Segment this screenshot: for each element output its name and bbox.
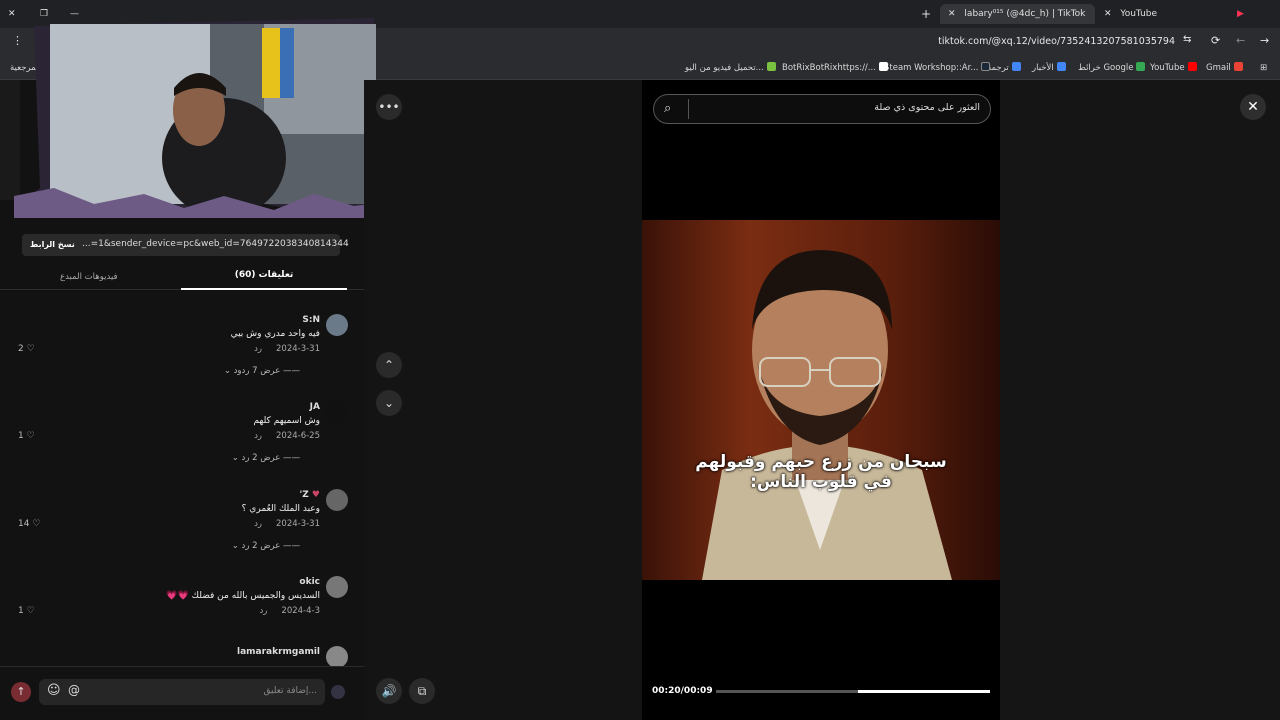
- reply-button[interactable]: رد: [254, 344, 262, 354]
- comment-meta: 2024-6-25 رد: [240, 431, 320, 441]
- like-count[interactable]: 2 ♡: [18, 344, 35, 354]
- tab-comments[interactable]: تعليقات (60): [181, 270, 347, 290]
- comment-input-box[interactable]: ☺ @ إضافة تعليق...: [39, 679, 325, 705]
- share-link-row: نسخ الرابط ...=1&sender_device=pc&web_id…: [22, 234, 349, 256]
- avatar[interactable]: [326, 646, 348, 668]
- like-count[interactable]: 1 ♡: [18, 606, 35, 616]
- view-replies-button[interactable]: —— عرض 2 رد ⌄: [232, 541, 300, 551]
- video-still-image: [642, 220, 1000, 580]
- comment-meta: 2024-4-3 رد: [246, 606, 320, 616]
- right-backdrop: ✕: [1000, 80, 1280, 720]
- avatar[interactable]: [326, 314, 348, 336]
- comment-date: 2024-3-31: [276, 519, 320, 529]
- heart-icon: ♥: [311, 490, 320, 500]
- comment-composer: ↑ ☺ @ إضافة تعليق...: [0, 666, 364, 720]
- tab-youtube[interactable]: ✕ YouTube: [1104, 4, 1194, 24]
- copy-link-button[interactable]: نسخ الرابط: [30, 240, 75, 249]
- close-video-button[interactable]: ✕: [1240, 94, 1266, 120]
- reload-icon[interactable]: ⟳: [1211, 34, 1220, 47]
- comment-username[interactable]: okic: [299, 577, 320, 587]
- new-tab-button[interactable]: +: [921, 4, 931, 24]
- close-tab-icon[interactable]: ✕: [948, 9, 956, 19]
- previous-video-chevron-up-icon[interactable]: ⌃: [376, 352, 402, 378]
- view-replies-button[interactable]: —— عرض 7 ردود ⌄: [224, 366, 300, 376]
- reply-button[interactable]: رد: [254, 519, 262, 529]
- comment-username[interactable]: ♥ Z': [299, 490, 320, 500]
- bookmark-steam-workshop[interactable]: Steam Workshop::Ar...: [884, 61, 991, 75]
- tab-youtube-label: YouTube: [1120, 9, 1158, 19]
- comment-text: السديس والجميس بالله من فضلك 💗💗: [166, 591, 320, 601]
- bookmark-youtube-downloader[interactable]: تحميل فيديو من اليو...: [685, 61, 776, 75]
- like-count[interactable]: 14 ♡: [18, 519, 40, 529]
- url-field[interactable]: tiktok.com/@xq.12/video/7352413207581035…: [900, 36, 1175, 47]
- avatar[interactable]: [326, 401, 348, 423]
- comment-text: وعبد الملك العُمري ؟: [241, 504, 320, 514]
- bookmark-youtube[interactable]: YouTube: [1150, 61, 1197, 75]
- comment-username[interactable]: JA: [310, 402, 320, 412]
- comment-placeholder: إضافة تعليق...: [263, 686, 317, 696]
- video-time: 00:20/00:09: [652, 686, 713, 696]
- youtube-favicon-icon: ▶: [1237, 9, 1244, 19]
- webcam-overlay: [14, 18, 402, 218]
- bookmark-maps[interactable]: خرائط Google: [1078, 61, 1146, 75]
- avatar: [331, 685, 345, 699]
- share-link-text: ...=1&sender_device=pc&web_id=7649722038…: [82, 239, 349, 249]
- bookmark-gmail[interactable]: Gmail: [1206, 61, 1243, 75]
- volume-icon[interactable]: 🔊: [376, 678, 402, 704]
- video-caption: سبحان من زرع حبهم وقبولهم في قلوب الناس:: [642, 452, 1000, 492]
- caption-line: في قلوب الناس:: [750, 472, 892, 492]
- view-replies-button[interactable]: —— عرض 2 رد ⌄: [232, 453, 300, 463]
- bookmark-news[interactable]: الأخبار: [1032, 61, 1066, 75]
- avatar[interactable]: [326, 489, 348, 511]
- progress-track[interactable]: [716, 690, 990, 693]
- comment-username[interactable]: S:N: [302, 315, 320, 325]
- tab-tiktok-label: labary⁰¹⁵ (@4dc_h) | TikTok: [964, 9, 1086, 19]
- apps-grid-icon[interactable]: ⊞: [1260, 61, 1267, 75]
- player-side-controls: ••• ⌃ ⌄ 🔊 ⧉: [364, 80, 642, 720]
- comment-date: 2024-4-3: [281, 606, 320, 616]
- comment-item: okic السديس والجميس بالله من فضلك 💗💗 202…: [18, 576, 348, 636]
- comment-username[interactable]: lamarakrmgamil: [237, 647, 320, 657]
- comment-tabs: فيديوهات المبدع تعليقات (60): [0, 266, 364, 290]
- picture-in-picture-icon[interactable]: ⧉: [409, 678, 435, 704]
- progress-fill: [858, 690, 990, 693]
- tab-tiktok[interactable]: ✕ labary⁰¹⁵ (@4dc_h) | TikTok: [940, 4, 1095, 24]
- comment-date: 2024-6-25: [276, 431, 320, 441]
- comment-item: JA وش اسميهم كلهم 2024-6-25 رد —— عرض 2 ر…: [18, 401, 348, 481]
- bookmark-translate[interactable]: ترجمة: [987, 61, 1021, 75]
- comment-meta: 2024-3-31 رد: [240, 344, 320, 354]
- search-icon[interactable]: ⌕: [664, 101, 671, 116]
- comment-item: S:N فيه واحد مدري وش بيي 2024-3-31 رد —— …: [18, 314, 348, 394]
- next-video-chevron-down-icon[interactable]: ⌄: [376, 390, 402, 416]
- mention-icon[interactable]: @: [68, 683, 80, 697]
- search-bar[interactable]: ⌕ العثور على محتوى ذي صلة: [653, 94, 991, 124]
- webcam-frame: [14, 18, 402, 218]
- comment-meta: 2024-3-31 رد: [240, 519, 320, 529]
- close-tab-icon[interactable]: ✕: [1104, 9, 1112, 19]
- site-settings-icon[interactable]: ⇆: [1183, 34, 1191, 45]
- comment-text: فيه واحد مدري وش بيي: [230, 329, 320, 339]
- reply-button[interactable]: رد: [254, 431, 262, 441]
- video-frame[interactable]: سبحان من زرع حبهم وقبولهم في قلوب الناس:: [642, 220, 1000, 580]
- forward-arrow-icon[interactable]: ←: [1236, 34, 1245, 47]
- emoji-icon[interactable]: ☺: [47, 683, 61, 698]
- like-count[interactable]: 1 ♡: [18, 431, 35, 441]
- video-player[interactable]: ⌕ العثور على محتوى ذي صلة سبحان من زرع ح…: [642, 80, 1000, 720]
- comment-item: lamarakrmgamil: [18, 646, 348, 668]
- back-arrow-icon[interactable]: →: [1260, 34, 1269, 47]
- tab-creator-videos[interactable]: فيديوهات المبدع: [60, 272, 118, 282]
- caption-line: سبحان من زرع حبهم وقبولهم: [695, 452, 947, 472]
- post-comment-button[interactable]: ↑: [11, 682, 31, 702]
- reply-button[interactable]: رد: [260, 606, 268, 616]
- more-options-icon[interactable]: •••: [376, 94, 402, 120]
- comment-item: ♥ Z' وعبد الملك العُمري ؟ 2024-3-31 رد ——…: [18, 489, 348, 569]
- bookmark-botrix[interactable]: BotRixBotRixhttps://...: [782, 61, 888, 75]
- search-input[interactable]: العثور على محتوى ذي صلة: [874, 102, 980, 113]
- comment-date: 2024-3-31: [276, 344, 320, 354]
- comment-text: وش اسميهم كلهم: [253, 416, 320, 426]
- avatar[interactable]: [326, 576, 348, 598]
